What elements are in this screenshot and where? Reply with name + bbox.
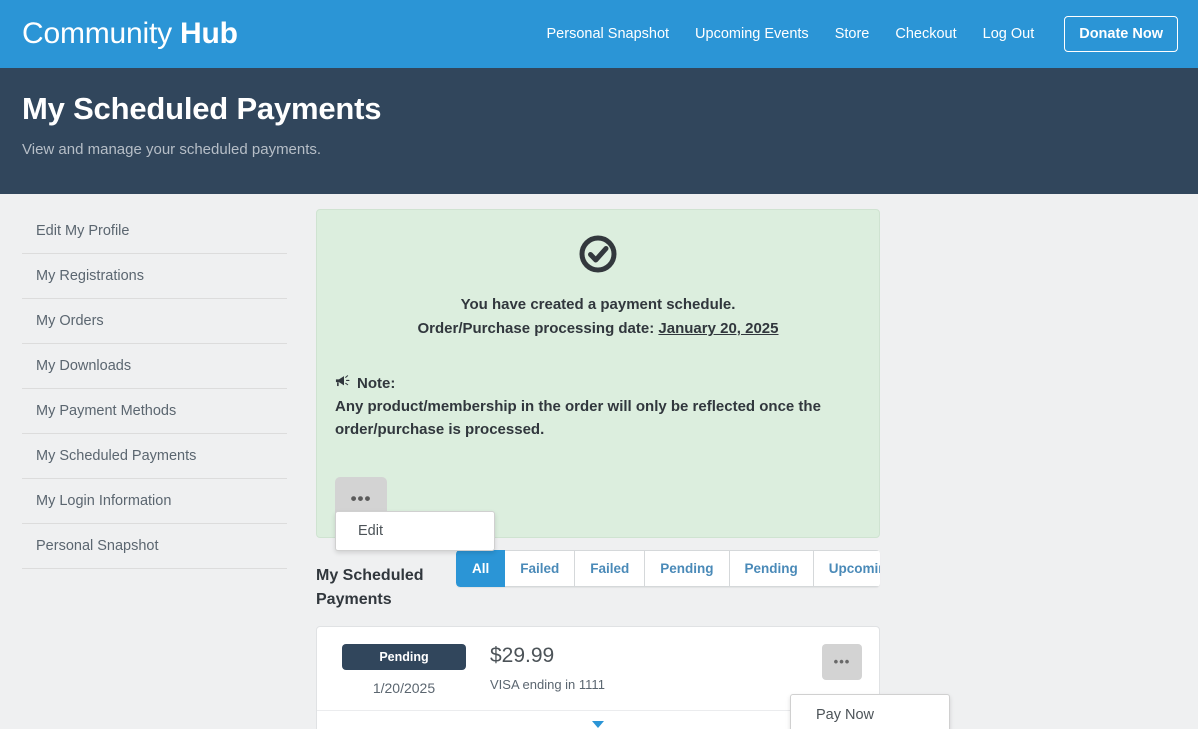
payment-date: 1/20/2025 (372, 679, 436, 696)
page-content: Edit My Profile My Registrations My Orde… (0, 194, 1198, 729)
account-sidebar: Edit My Profile My Registrations My Orde… (0, 209, 290, 729)
payments-header-row: My Scheduled Payments All Failed Failed … (316, 550, 880, 610)
success-message-line-2: Order/Purchase processing date: January … (335, 317, 861, 341)
note-label: Note: (357, 374, 396, 392)
payment-amount: $29.99 (490, 643, 555, 667)
site-logo[interactable]: Community Hub (22, 17, 238, 51)
payment-status-tabs: All Failed Failed Pending Pending Upcomi… (456, 550, 880, 588)
processing-date-value: January 20, 2025 (658, 320, 779, 338)
main-panel: You have created a payment schedule. Ord… (290, 209, 1198, 729)
sidebar-item-my-registrations[interactable]: My Registrations (22, 254, 287, 299)
nav-link-personal-snapshot[interactable]: Personal Snapshot (547, 26, 670, 42)
top-navigation-bar: Community Hub Personal Snapshot Upcoming… (0, 0, 1198, 68)
sidebar-item-edit-my-profile[interactable]: Edit My Profile (22, 209, 287, 254)
payments-section-title: My Scheduled Payments (316, 567, 424, 608)
alert-note: Note: Any product/membership in the orde… (335, 372, 861, 442)
payment-actions-anchor: ••• Pay Now (790, 643, 950, 729)
processing-date-label: Order/Purchase processing date: (417, 320, 659, 338)
nav-link-upcoming-events[interactable]: Upcoming Events (695, 26, 809, 42)
nav-link-log-out[interactable]: Log Out (983, 26, 1035, 42)
payment-details-block: $29.99 VISA ending in 1111 (474, 644, 822, 692)
payment-actions-kebab-icon[interactable]: ••• (822, 643, 862, 680)
tab-pending-1[interactable]: Pending (645, 550, 730, 588)
sidebar-item-personal-snapshot[interactable]: Personal Snapshot (22, 524, 287, 569)
nav-link-checkout[interactable]: Checkout (895, 26, 956, 42)
tab-upcoming[interactable]: Upcoming (813, 550, 880, 588)
page-subtitle: View and manage your scheduled payments. (22, 141, 322, 159)
tab-failed-2[interactable]: Failed (575, 550, 646, 588)
tab-pending-2[interactable]: Pending (729, 550, 814, 588)
note-body-text: Any product/membership in the order will… (335, 397, 821, 439)
alert-actions-dropdown-menu: Edit (335, 511, 495, 551)
payment-status-block: Pending 1/20/2025 (334, 643, 474, 696)
scheduled-payment-card: Pending 1/20/2025 $29.99 VISA ending in … (316, 625, 950, 729)
status-badge: Pending (342, 643, 466, 670)
brand-name-bold: Hub (180, 17, 238, 50)
note-heading: Note: (335, 372, 861, 395)
payment-method: VISA ending in 1111 (490, 676, 605, 692)
sidebar-item-my-login-information[interactable]: My Login Information (22, 479, 287, 524)
sidebar-item-my-downloads[interactable]: My Downloads (22, 344, 287, 389)
menu-item-edit[interactable]: Edit (336, 512, 494, 550)
menu-item-pay-now[interactable]: Pay Now (791, 695, 949, 729)
tab-all[interactable]: All (456, 550, 506, 588)
primary-nav-links: Personal Snapshot Upcoming Events Store … (547, 16, 1178, 52)
sidebar-item-my-orders[interactable]: My Orders (22, 299, 287, 344)
nav-link-store[interactable]: Store (835, 26, 870, 42)
page-title: My Scheduled Payments (22, 91, 382, 126)
success-message: You have created a payment schedule. Ord… (335, 293, 861, 342)
tab-failed-1[interactable]: Failed (505, 550, 576, 588)
payment-row: Pending 1/20/2025 $29.99 VISA ending in … (317, 627, 950, 729)
chevron-down-icon[interactable] (592, 720, 604, 728)
sidebar-item-my-payment-methods[interactable]: My Payment Methods (22, 389, 287, 434)
page-banner: My Scheduled Payments View and manage yo… (0, 68, 1198, 194)
megaphone-icon (335, 372, 350, 395)
payment-actions-dropdown-menu: Pay Now (790, 693, 950, 729)
payment-schedule-success-alert: You have created a payment schedule. Ord… (316, 209, 880, 551)
donate-now-button[interactable]: Donate Now (1064, 16, 1178, 52)
sidebar-item-my-scheduled-payments[interactable]: My Scheduled Payments (22, 434, 287, 479)
check-circle-icon (335, 234, 861, 279)
success-message-line-1: You have created a payment schedule. (460, 296, 736, 313)
brand-name-light: Community (22, 17, 172, 50)
